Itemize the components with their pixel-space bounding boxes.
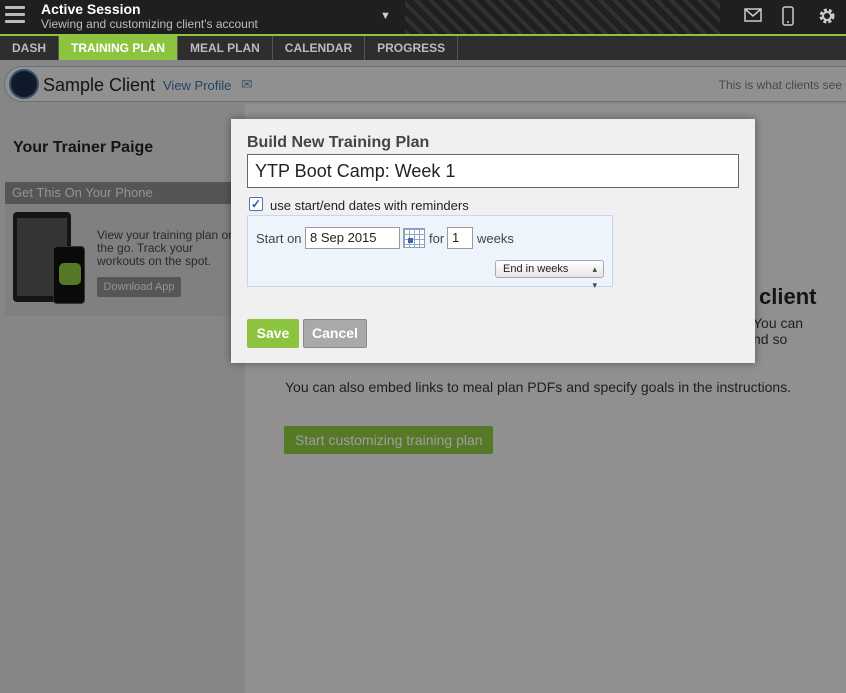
tab-progress[interactable]: PROGRESS — [365, 36, 459, 60]
select-arrows-icon: ▴ ▾ — [592, 264, 597, 290]
save-button[interactable]: Save — [247, 319, 299, 348]
build-plan-dialog: Build New Training Plan ✓ use start/end … — [231, 119, 755, 363]
top-bar: Active Session Viewing and customizing c… — [0, 0, 846, 36]
header-pattern — [405, 0, 720, 34]
date-options-box: Start on 8 Sep 2015 for 1 weeks End in w… — [247, 215, 613, 290]
end-mode-select[interactable]: End in weeks ▴ ▾ — [495, 260, 604, 290]
for-label: for — [429, 231, 445, 246]
dialog-title: Build New Training Plan — [247, 134, 430, 151]
start-on-label: Start on — [256, 231, 302, 246]
phone-icon[interactable] — [782, 6, 794, 31]
weeks-label: weeks — [477, 231, 514, 246]
cancel-button[interactable]: Cancel — [303, 319, 367, 348]
tab-training-plan[interactable]: TRAINING PLAN — [59, 36, 179, 60]
end-mode-value: End in weeks — [503, 263, 569, 275]
tab-meal-plan[interactable]: MEAL PLAN — [178, 36, 273, 60]
weeks-input[interactable]: 1 — [447, 227, 473, 249]
tab-calendar[interactable]: CALENDAR — [273, 36, 366, 60]
chevron-down-icon[interactable]: ▼ — [380, 10, 391, 22]
gear-icon[interactable] — [818, 7, 836, 30]
main-nav: DASH TRAINING PLAN MEAL PLAN CALENDAR PR… — [0, 36, 846, 60]
tab-dash[interactable]: DASH — [0, 36, 60, 60]
mail-icon[interactable] — [744, 8, 762, 27]
reminders-checkbox-label: use start/end dates with reminders — [270, 198, 469, 213]
session-title: Active Session — [41, 1, 141, 17]
menu-icon[interactable] — [5, 6, 25, 28]
plan-name-input[interactable] — [247, 154, 739, 188]
start-date-input[interactable]: 8 Sep 2015 — [305, 227, 400, 249]
calendar-icon[interactable] — [403, 228, 425, 248]
session-subtitle: Viewing and customizing client's account — [41, 17, 258, 31]
reminders-checkbox[interactable]: ✓ — [249, 197, 263, 211]
